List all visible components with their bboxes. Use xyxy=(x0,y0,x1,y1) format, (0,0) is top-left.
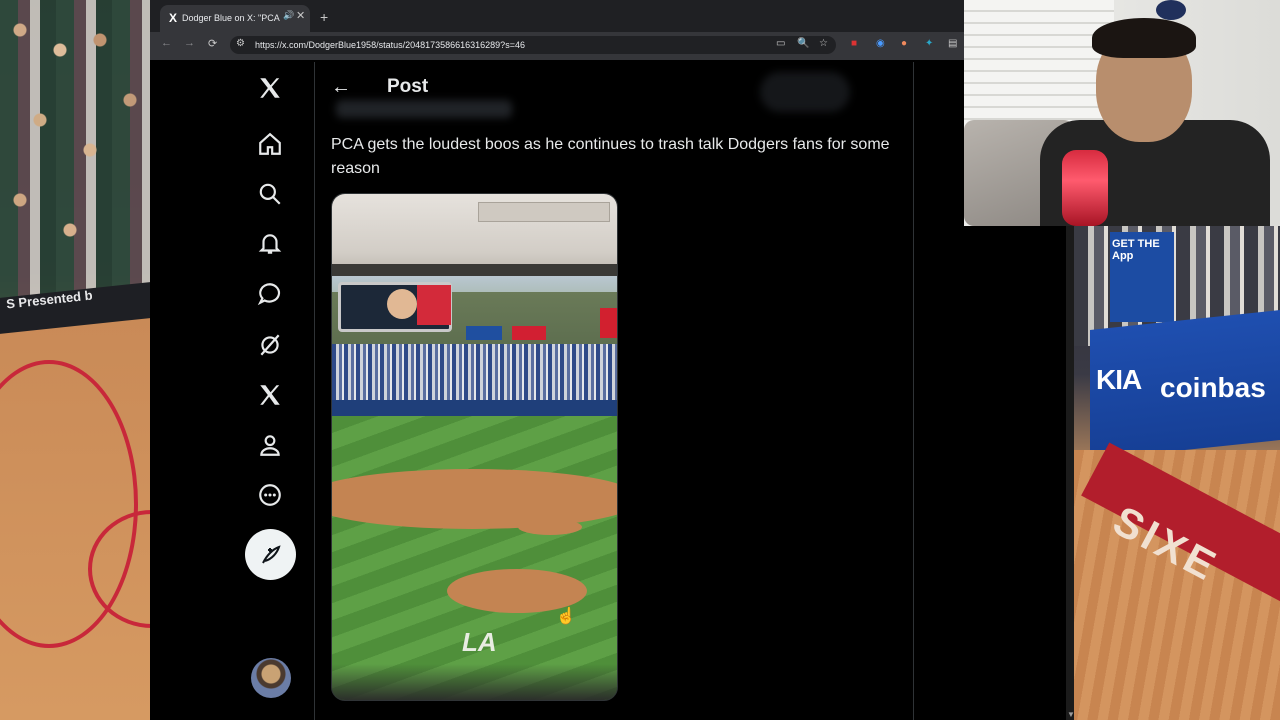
site-info-icon[interactable]: ⚙ xyxy=(236,38,245,49)
left-crowd xyxy=(0,0,150,300)
x-logo-icon[interactable] xyxy=(252,70,288,106)
video-sponsor-sign-1 xyxy=(466,326,502,340)
messages-icon[interactable] xyxy=(252,276,288,312)
page-title: Post xyxy=(387,76,429,97)
video-foreground xyxy=(332,664,617,700)
extensions-puzzle-icon[interactable]: ▤ xyxy=(948,38,957,49)
tab-audio-icon[interactable]: 🔊 xyxy=(283,10,294,21)
main-divider xyxy=(913,62,914,720)
zoom-icon[interactable]: 🔍 xyxy=(797,38,809,49)
extension-icon-2[interactable]: ◉ xyxy=(876,38,885,49)
video-outfield-wall xyxy=(332,400,617,416)
blurred-author-handle[interactable] xyxy=(336,100,512,118)
nav-divider xyxy=(314,62,315,720)
forward-icon[interactable]: → xyxy=(184,37,195,49)
more-icon[interactable] xyxy=(252,477,288,513)
video-window-frame xyxy=(332,264,617,276)
video-la-logo: LA xyxy=(462,627,497,657)
x-premium-icon[interactable] xyxy=(252,377,288,413)
home-icon[interactable] xyxy=(252,126,288,162)
url-text[interactable]: https://x.com/DodgerBlue1958/status/2048… xyxy=(255,36,525,54)
right-sponsor-kia: KIA xyxy=(1096,364,1142,395)
webcam-microphone xyxy=(1062,150,1108,226)
bookmark-star-icon[interactable]: ☆ xyxy=(819,38,828,49)
video-sponsor-sign-3 xyxy=(600,308,617,338)
reload-icon[interactable]: ⟳ xyxy=(208,37,217,50)
extension-icon-3[interactable]: ● xyxy=(901,38,907,49)
blurred-follow-button[interactable] xyxy=(760,72,850,112)
tab-close-icon[interactable]: ✕ xyxy=(296,9,305,22)
right-sponsor-coinbase: coinbas xyxy=(1160,372,1266,403)
search-icon[interactable] xyxy=(252,176,288,212)
hand-cursor-icon: ☝ xyxy=(556,608,576,625)
tab-title: Dodger Blue on X: "PCA ge xyxy=(182,13,282,23)
video-pitchers-mound xyxy=(518,519,582,535)
video-ceiling-fixture xyxy=(478,202,610,222)
webcam-cap xyxy=(1156,0,1186,20)
back-arrow-icon[interactable]: ← xyxy=(331,76,353,98)
compose-post-button[interactable] xyxy=(245,529,296,580)
extension-icon-4[interactable]: ✦ xyxy=(925,38,933,49)
webcam-person-hair xyxy=(1092,18,1196,58)
video-stands xyxy=(332,344,617,404)
account-avatar[interactable] xyxy=(251,658,291,698)
scoreboard-red-panel xyxy=(417,285,451,325)
back-icon[interactable]: ← xyxy=(161,37,172,49)
video-infield-arc xyxy=(332,469,617,529)
video-scoreboard xyxy=(338,282,452,332)
tab-favicon-icon: X xyxy=(168,11,177,25)
compose-icon xyxy=(261,544,281,563)
scoreboard-player xyxy=(387,289,417,319)
profile-icon[interactable] xyxy=(252,427,288,463)
new-tab-button[interactable]: + xyxy=(320,9,328,25)
tweet-text: PCA gets the loudest boos as he continue… xyxy=(331,136,890,177)
grok-icon[interactable] xyxy=(252,327,288,363)
video-sponsor-sign-2 xyxy=(512,326,546,340)
notifications-icon[interactable] xyxy=(252,226,288,262)
video-grass xyxy=(332,416,617,700)
cast-icon[interactable]: ▭ xyxy=(776,38,785,49)
right-app-banner: GET THE App xyxy=(1110,232,1174,322)
extension-icon-1[interactable]: ■ xyxy=(851,38,857,49)
